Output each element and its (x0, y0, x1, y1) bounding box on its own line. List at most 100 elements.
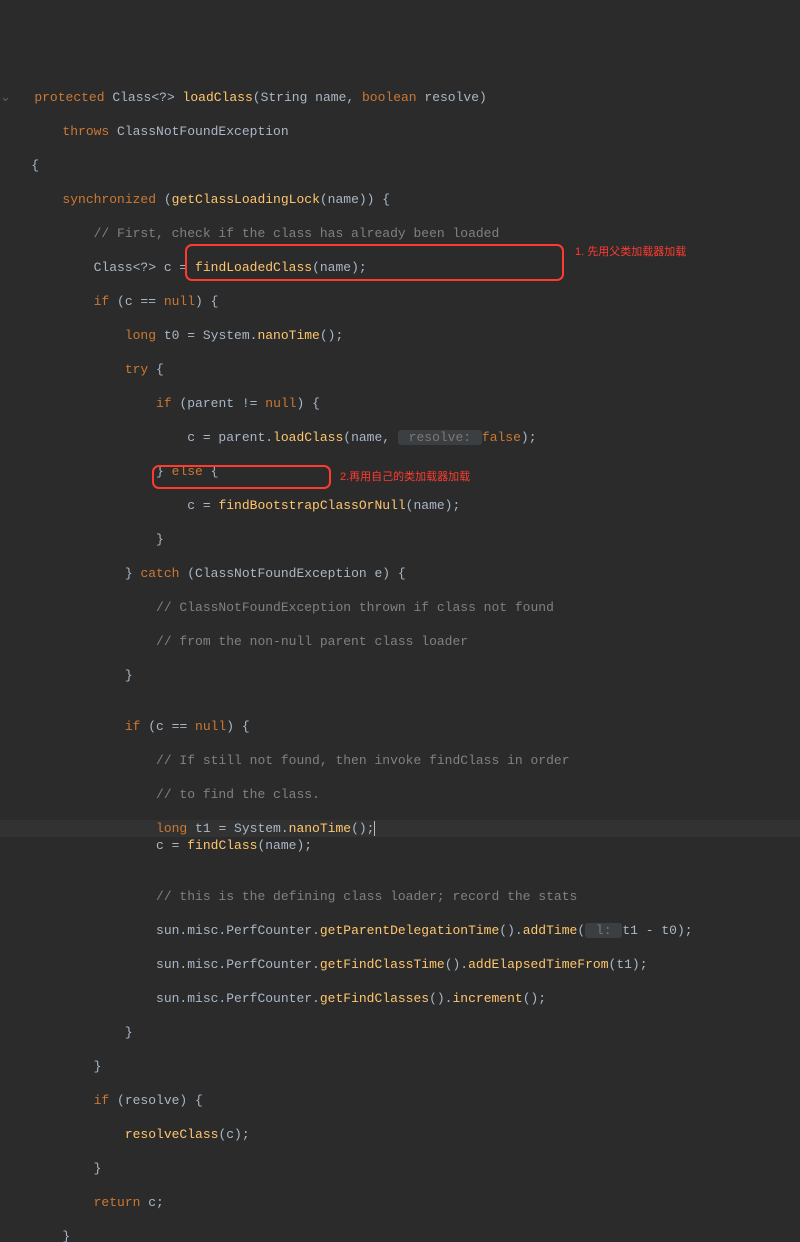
method-call: nanoTime (257, 328, 319, 343)
text: (ClassNotFoundException e) { (179, 566, 405, 581)
code-line: // to find the class. (0, 786, 800, 803)
kw-if: if (0, 1093, 109, 1108)
text: { (148, 362, 164, 377)
kw-null: null (164, 294, 195, 309)
comment: // from the non-null parent class loader (0, 634, 468, 649)
text (0, 1127, 125, 1142)
code-editor[interactable]: ⌄ protected Class<?> loadClass(String na… (0, 68, 800, 1242)
text: sun.misc.PerfCounter. (0, 957, 320, 972)
text: sun.misc.PerfCounter. (0, 923, 320, 938)
method-call: nanoTime (289, 821, 351, 836)
text: sun.misc.PerfCounter. (0, 991, 320, 1006)
text: c = (0, 498, 218, 513)
code-line: sun.misc.PerfCounter.getFindClassTime().… (0, 956, 800, 973)
text: (); (320, 328, 343, 343)
code-line: sun.misc.PerfCounter.getFindClasses().in… (0, 990, 800, 1007)
method-call: getFindClassTime (320, 957, 445, 972)
code-line: } (0, 1058, 800, 1075)
text: (); (523, 991, 546, 1006)
text: } (0, 566, 140, 581)
code-line: { (0, 157, 800, 174)
text: { (203, 464, 219, 479)
text-cursor (374, 821, 375, 836)
text: (parent != (172, 396, 266, 411)
code-line: } else { (0, 463, 800, 480)
text: (c); (218, 1127, 249, 1142)
text: (resolve) { (109, 1093, 203, 1108)
text: (t1); (609, 957, 648, 972)
kw-catch: catch (140, 566, 179, 581)
code-line: // from the non-null parent class loader (0, 633, 800, 650)
text: ) { (195, 294, 218, 309)
text: } (0, 1025, 133, 1040)
comment: // to find the class. (0, 787, 320, 802)
method-call: loadClass (273, 430, 343, 445)
kw-long: long (0, 821, 187, 836)
kw-long: long (0, 328, 156, 343)
kw-throws: throws (0, 124, 109, 139)
kw-if: if (0, 719, 140, 734)
code-line: synchronized (getClassLoadingLock(name))… (0, 191, 800, 208)
method-call: getParentDelegationTime (320, 923, 499, 938)
kw-try: try (0, 362, 148, 377)
text: t0 = System. (156, 328, 257, 343)
kw-null: null (265, 396, 296, 411)
text: } (0, 1161, 101, 1176)
code-line: // ClassNotFoundException thrown if clas… (0, 599, 800, 616)
kw-synchronized: synchronized (0, 192, 156, 207)
code-line: } catch (ClassNotFoundException e) { (0, 565, 800, 582)
text: (String name, (253, 90, 362, 105)
text: Class<?> (105, 90, 183, 105)
kw-false: false (482, 430, 521, 445)
collapse-icon: ⌄ (0, 90, 11, 105)
comment: // First, check if the class has already… (0, 226, 499, 241)
text: } (0, 464, 172, 479)
code-line-active: long t1 = System.nanoTime(); (0, 820, 800, 837)
comment: // ClassNotFoundException thrown if clas… (0, 600, 554, 615)
text: (); (351, 821, 374, 836)
code-line: // First, check if the class has already… (0, 225, 800, 242)
code-line: long t0 = System.nanoTime(); (0, 327, 800, 344)
text: (c == (140, 719, 195, 734)
text: (). (445, 957, 468, 972)
kw-protected: protected (34, 90, 104, 105)
code-line: } (0, 1160, 800, 1177)
code-line: try { (0, 361, 800, 378)
text: (c == (109, 294, 164, 309)
method-call: getFindClasses (320, 991, 429, 1006)
code-line: c = findClass(name); (0, 837, 800, 854)
code-line: sun.misc.PerfCounter.getParentDelegation… (0, 922, 800, 939)
kw-null: null (195, 719, 226, 734)
param-hint: l: (585, 923, 622, 938)
code-line: } (0, 531, 800, 548)
param-hint: resolve: (398, 430, 482, 445)
kw-if: if (0, 396, 172, 411)
text: ( (156, 192, 172, 207)
code-line: } (0, 1228, 800, 1242)
method-call: findLoadedClass (195, 260, 312, 275)
text: resolve) (417, 90, 487, 105)
text: t1 - t0); (622, 923, 692, 938)
text: ( (577, 923, 585, 938)
method-name: loadClass (183, 90, 253, 105)
code-line: Class<?> c = findLoadedClass(name); (0, 259, 800, 276)
text: (). (429, 991, 452, 1006)
code-line: c = findBootstrapClassOrNull(name); (0, 497, 800, 514)
code-line: if (c == null) { (0, 293, 800, 310)
kw-boolean: boolean (362, 90, 417, 105)
code-line: ⌄ protected Class<?> loadClass(String na… (0, 89, 800, 106)
code-line: } (0, 1024, 800, 1041)
code-line: return c; (0, 1194, 800, 1211)
text: c = (0, 838, 187, 853)
text: ClassNotFoundException (109, 124, 288, 139)
code-line: // If still not found, then invoke findC… (0, 752, 800, 769)
text: (name)) { (320, 192, 390, 207)
text: { (0, 158, 39, 173)
code-line: if (c == null) { (0, 718, 800, 735)
kw-return: return (0, 1195, 140, 1210)
code-line: } (0, 667, 800, 684)
text: (name); (257, 838, 312, 853)
text: t1 = System. (187, 821, 288, 836)
text: } (0, 1059, 101, 1074)
method-call: findBootstrapClassOrNull (218, 498, 405, 513)
